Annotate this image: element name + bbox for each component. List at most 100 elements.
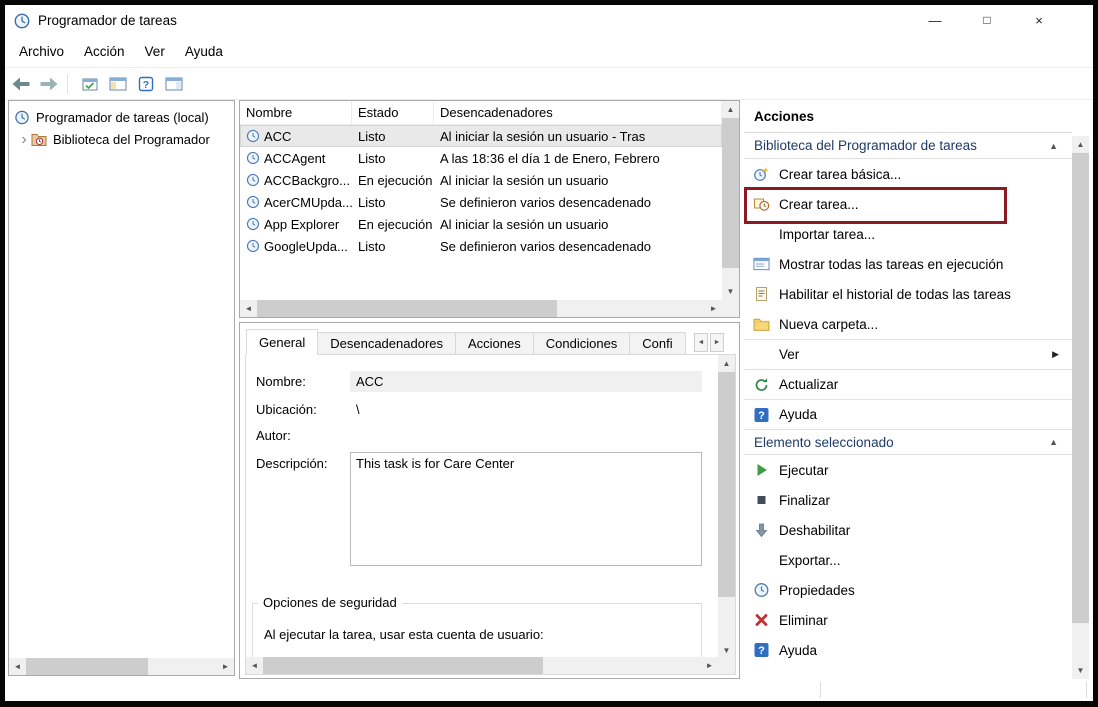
scrollbar-corner <box>722 300 739 317</box>
help-icon: ? <box>753 407 770 423</box>
actions-section-selected-item-header[interactable]: Elemento seleccionado ▲ <box>744 429 1072 455</box>
scroll-right-icon[interactable]: ► <box>705 300 722 317</box>
menu-accion[interactable]: Acción <box>74 44 135 59</box>
menu-ver[interactable]: Ver <box>135 44 175 59</box>
tab-scroll-right-icon[interactable]: ► <box>710 333 724 352</box>
action-deshabilitar[interactable]: Deshabilitar <box>744 515 1072 545</box>
collapse-icon[interactable]: ▲ <box>1049 437 1058 447</box>
tasks-vscroll-thumb[interactable] <box>722 118 739 268</box>
stop-icon <box>753 492 770 508</box>
help-icon[interactable]: ? <box>134 74 158 94</box>
task-trigger: Se definieron varios desencadenado <box>440 238 652 254</box>
action-nueva-carpeta[interactable]: Nueva carpeta... <box>744 309 1072 339</box>
tree-item-root[interactable]: Programador de tareas (local) <box>9 107 234 128</box>
tab-acciones[interactable]: Acciones <box>455 332 534 355</box>
tab-general[interactable]: General <box>246 329 319 355</box>
toolbar-separator <box>67 73 68 94</box>
actions-vscrollbar[interactable]: ▲ ▼ <box>1072 136 1089 679</box>
task-clock-icon <box>246 239 260 253</box>
column-header-nombre[interactable]: Nombre <box>240 101 352 125</box>
actions-section-library-header[interactable]: Biblioteca del Programador de tareas ▲ <box>744 133 1072 159</box>
console-tree-icon[interactable] <box>106 74 130 94</box>
action-exportar[interactable]: Exportar... <box>744 545 1072 575</box>
action-label: Exportar... <box>779 552 841 568</box>
task-status: Listo <box>358 150 386 166</box>
scroll-right-icon[interactable]: ► <box>701 657 718 674</box>
action-crear-tarea[interactable]: Crear tarea... <box>744 189 1072 219</box>
export-list-icon[interactable] <box>78 74 102 94</box>
scroll-left-icon[interactable]: ◄ <box>246 657 263 674</box>
chevron-right-icon[interactable]: › <box>17 131 31 147</box>
action-ver[interactable]: Ver ▶ <box>744 339 1072 369</box>
description-field-value: This task is for Care Center <box>350 452 702 566</box>
task-scheduler-app-icon <box>14 13 30 29</box>
action-finalizar[interactable]: Finalizar <box>744 485 1072 515</box>
column-header-desencadenadores[interactable]: Desencadenadores <box>434 101 722 125</box>
action-habilitar-historial[interactable]: Habilitar el historial de todas las tare… <box>744 279 1072 309</box>
back-button[interactable] <box>9 74 33 94</box>
action-label: Importar tarea... <box>779 226 876 242</box>
scroll-left-icon[interactable]: ◄ <box>240 300 257 317</box>
tab-desencadenadores[interactable]: Desencadenadores <box>317 332 456 355</box>
tree-item-library[interactable]: › Biblioteca del Programador <box>9 129 234 150</box>
tree-hscrollbar[interactable]: ◄ ► <box>9 658 234 675</box>
table-row[interactable]: App Explorer En ejecución Al iniciar la … <box>240 213 722 235</box>
scroll-up-icon[interactable]: ▲ <box>718 355 735 372</box>
action-label: Eliminar <box>779 612 828 628</box>
table-row[interactable]: ACC Listo Al iniciar la sesión un usuari… <box>240 125 722 147</box>
tab-scroll-left-icon[interactable]: ◄ <box>694 333 708 352</box>
collapse-icon[interactable]: ▲ <box>1049 141 1058 151</box>
statusbar-separator <box>820 682 821 698</box>
action-ayuda[interactable]: ? Ayuda <box>744 399 1072 429</box>
action-ejecutar[interactable]: Ejecutar <box>744 455 1072 485</box>
security-options-legend: Opciones de seguridad <box>258 595 402 610</box>
scroll-up-icon[interactable]: ▲ <box>722 101 739 118</box>
task-library-icon <box>31 132 47 147</box>
action-ayuda-selected[interactable]: ? Ayuda <box>744 635 1072 665</box>
action-importar-tarea[interactable]: Importar tarea... <box>744 219 1072 249</box>
panes-icon[interactable] <box>162 74 186 94</box>
tasks-hscrollbar[interactable]: ◄ ► <box>240 300 722 317</box>
tab-condiciones[interactable]: Condiciones <box>532 332 631 355</box>
scroll-down-icon[interactable]: ▼ <box>1072 662 1089 679</box>
tab-configuracion[interactable]: Confi <box>629 332 686 355</box>
scroll-left-icon[interactable]: ◄ <box>9 658 26 675</box>
scroll-up-icon[interactable]: ▲ <box>1072 136 1089 153</box>
action-propiedades[interactable]: Propiedades <box>744 575 1072 605</box>
scroll-right-icon[interactable]: ► <box>217 658 234 675</box>
table-row[interactable]: AcerCMUpda... Listo Se definieron varios… <box>240 191 722 213</box>
location-field-label: Ubicación: <box>256 402 317 417</box>
actions-vscroll-thumb[interactable] <box>1072 153 1089 623</box>
menu-ayuda[interactable]: Ayuda <box>175 44 233 59</box>
tasks-vscrollbar[interactable]: ▲ ▼ <box>722 101 739 300</box>
column-header-estado[interactable]: Estado <box>352 101 434 125</box>
close-button[interactable]: × <box>1013 5 1065 36</box>
table-row[interactable]: ACCBackgro... En ejecución Al iniciar la… <box>240 169 722 191</box>
tasks-hscroll-thumb[interactable] <box>257 300 557 317</box>
action-eliminar[interactable]: Eliminar <box>744 605 1072 635</box>
statusbar-separator <box>1086 682 1087 698</box>
details-vscroll-thumb[interactable] <box>718 372 735 597</box>
task-trigger: Al iniciar la sesión un usuario - Tras <box>440 128 646 144</box>
tree-hscroll-thumb[interactable] <box>26 658 148 675</box>
action-crear-tarea-basica[interactable]: Crear tarea básica... <box>744 159 1072 189</box>
maximize-button[interactable]: □ <box>961 5 1013 36</box>
action-label: Ejecutar <box>779 462 829 478</box>
action-mostrar-tareas-en-ejecucion[interactable]: Mostrar todas las tareas en ejecución <box>744 249 1072 279</box>
minimize-button[interactable]: — <box>909 5 961 36</box>
details-vscrollbar[interactable]: ▲ ▼ <box>718 355 735 659</box>
menu-archivo[interactable]: Archivo <box>9 44 74 59</box>
action-actualizar[interactable]: Actualizar <box>744 369 1072 399</box>
task-status: Listo <box>358 238 386 254</box>
task-status: En ejecución <box>358 172 433 188</box>
table-row[interactable]: ACCAgent Listo A las 18:36 el día 1 de E… <box>240 147 722 169</box>
details-hscrollbar[interactable]: ◄ ► <box>246 657 718 674</box>
forward-button[interactable] <box>37 74 61 94</box>
task-trigger: A las 18:36 el día 1 de Enero, Febrero <box>440 150 660 166</box>
properties-icon <box>753 582 770 598</box>
menu-bar: Archivo Acción Ver Ayuda <box>5 36 1093 68</box>
action-label: Mostrar todas las tareas en ejecución <box>779 256 1004 272</box>
details-hscroll-thumb[interactable] <box>263 657 543 674</box>
scroll-down-icon[interactable]: ▼ <box>722 283 739 300</box>
table-row[interactable]: GoogleUpda... Listo Se definieron varios… <box>240 235 722 257</box>
